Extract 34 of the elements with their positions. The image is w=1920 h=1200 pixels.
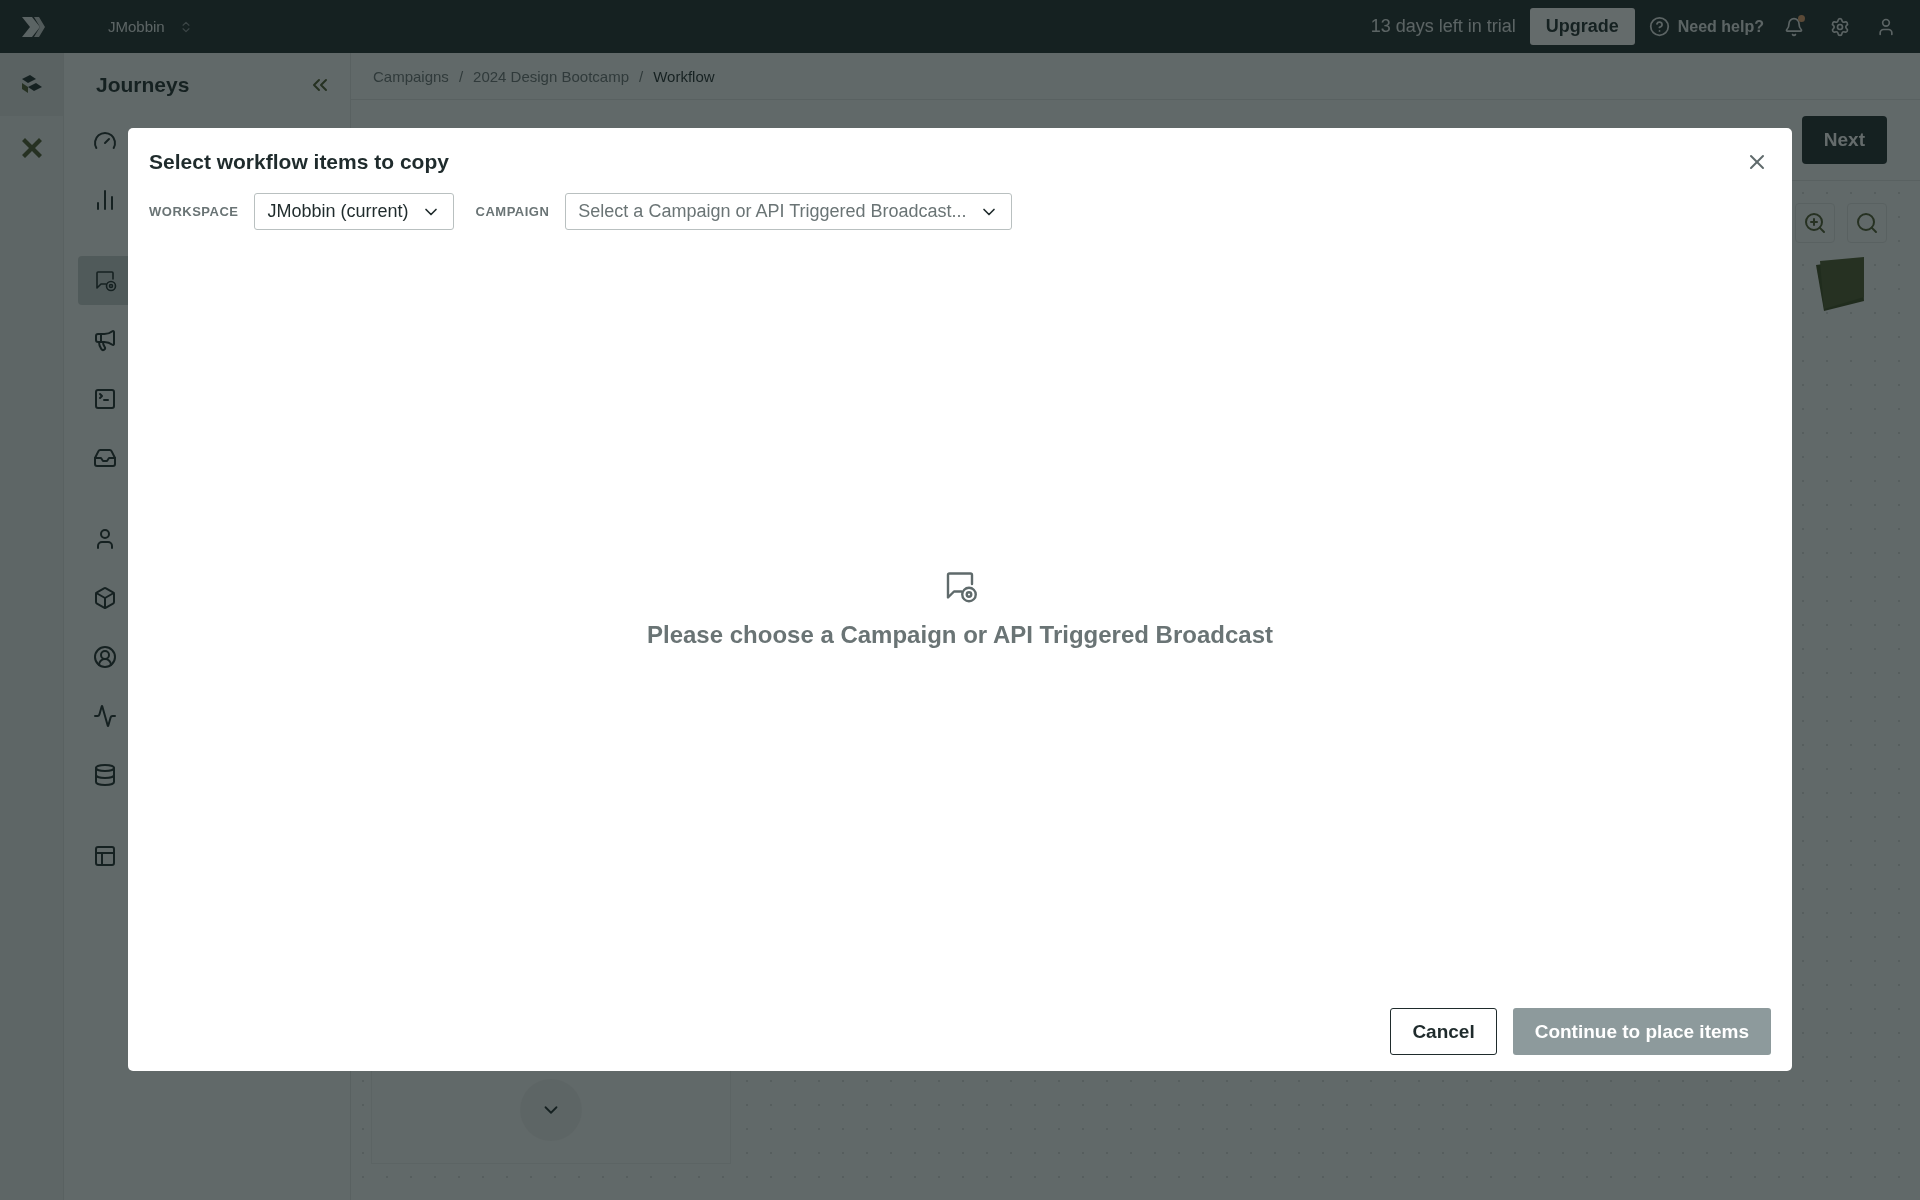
zoom-in-button[interactable]: [1795, 203, 1835, 243]
journeys-app-button[interactable]: [0, 53, 63, 116]
dialog-title: Select workflow items to copy: [149, 150, 449, 174]
breadcrumb-separator: /: [639, 67, 644, 85]
workspace-name[interactable]: JMobbin: [108, 18, 165, 35]
sidebar-title: Journeys: [96, 72, 190, 97]
person-icon: [1876, 16, 1896, 37]
terminal-icon: [93, 386, 117, 411]
trial-notice: 13 days left in trial: [1370, 16, 1516, 37]
database-icon: [93, 762, 117, 787]
search-icon: [1855, 211, 1879, 235]
upgrade-button[interactable]: Upgrade: [1529, 8, 1635, 45]
zoom-in-icon: [1803, 211, 1827, 235]
search-button[interactable]: [1847, 203, 1887, 243]
pulse-icon: [93, 703, 117, 728]
help-link[interactable]: Need help?: [1677, 17, 1764, 36]
filter-dropdown[interactable]: JMobbin (current): [254, 193, 454, 230]
cube-icon: [93, 585, 117, 610]
bell-icon: [1784, 16, 1804, 37]
cancel-button[interactable]: Cancel: [1390, 1008, 1497, 1055]
breadcrumb-link[interactable]: Workflow: [653, 67, 715, 85]
next-button[interactable]: Next: [1801, 116, 1887, 164]
help-icon[interactable]: [1648, 16, 1670, 37]
chat-target-icon: [93, 268, 117, 293]
filter-dropdown[interactable]: Select a Campaign or API Triggered Broadcast...: [565, 193, 1012, 230]
filter-label: WORKSPACE: [149, 204, 239, 219]
settings-icon: [1830, 16, 1850, 37]
empty-message: Please choose a Campaign or API Triggered Broadcast: [647, 621, 1273, 649]
megaphone-icon: [93, 327, 117, 352]
person-circle-icon: [93, 644, 117, 669]
table-layout-icon: [93, 843, 117, 868]
notification-dot: [1798, 14, 1805, 22]
breadcrumb-separator: /: [458, 67, 464, 85]
filter-label: CAMPAIGN: [475, 204, 550, 219]
